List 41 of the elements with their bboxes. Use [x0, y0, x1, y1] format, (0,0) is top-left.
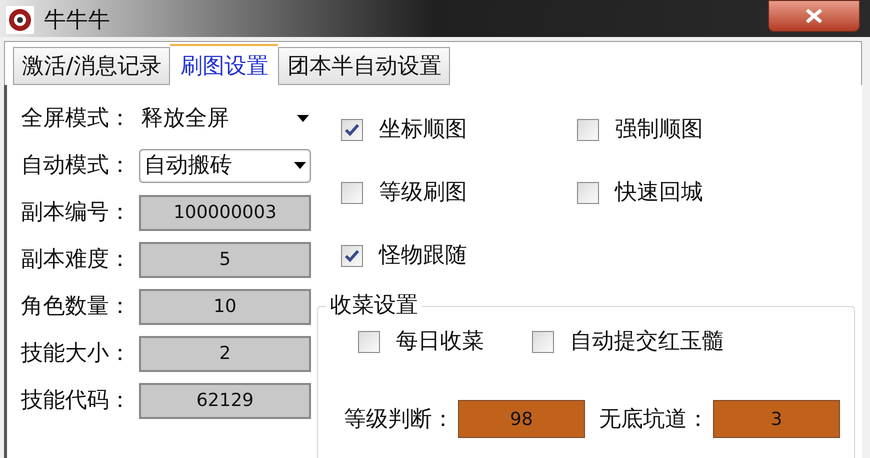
checkbox[interactable] [532, 330, 554, 352]
field-label: 技能大小： [21, 340, 132, 368]
field-label: 等级判断： [344, 406, 455, 434]
input-field[interactable]: 100000003 [139, 194, 311, 230]
tab[interactable]: 团本半自动设置 [278, 47, 450, 85]
checkbox[interactable] [341, 182, 363, 204]
input-field[interactable]: 5 [139, 242, 311, 278]
field-label: 自动模式： [21, 152, 132, 180]
app-logo-icon [6, 6, 34, 34]
field-label: 副本编号： [21, 199, 132, 227]
checkbox-label: 怪物跟随 [379, 242, 467, 270]
checkbox-label: 每日收菜 [396, 328, 484, 356]
field-label: 角色数量： [21, 293, 132, 321]
field-label: 无底坑道： [599, 406, 710, 434]
input-field[interactable]: 62129 [139, 382, 311, 418]
checkbox[interactable] [358, 330, 380, 352]
checkbox-label: 等级刷图 [379, 179, 467, 207]
input-field[interactable]: 3 [713, 400, 840, 438]
check-icon [344, 248, 360, 262]
close-button[interactable] [768, 0, 860, 32]
caret-icon [297, 115, 309, 122]
caret-icon [294, 162, 306, 169]
checkbox-label: 坐标顺图 [379, 116, 467, 144]
checkbox-label: 快速回城 [615, 179, 703, 207]
input-field[interactable]: 10 [139, 288, 311, 324]
dropdown[interactable]: 自动搬砖 [139, 148, 311, 182]
checkbox-label: 自动提交红玉髓 [570, 328, 724, 356]
field-label: 全屏模式： [21, 105, 132, 133]
input-field[interactable]: 98 [458, 400, 585, 438]
field-label: 技能代码： [21, 387, 132, 415]
tab[interactable]: 激活/消息记录 [13, 47, 170, 85]
checkbox[interactable] [341, 244, 363, 266]
checkbox[interactable] [577, 118, 599, 140]
input-field[interactable]: 2 [139, 336, 311, 372]
checkbox-label: 强制顺图 [615, 116, 703, 144]
window-title: 牛牛牛 [44, 7, 110, 35]
field-label: 副本难度： [21, 246, 132, 274]
checkbox[interactable] [577, 182, 599, 204]
close-icon [805, 9, 823, 23]
checkbox[interactable] [341, 118, 363, 140]
check-icon [344, 122, 360, 136]
